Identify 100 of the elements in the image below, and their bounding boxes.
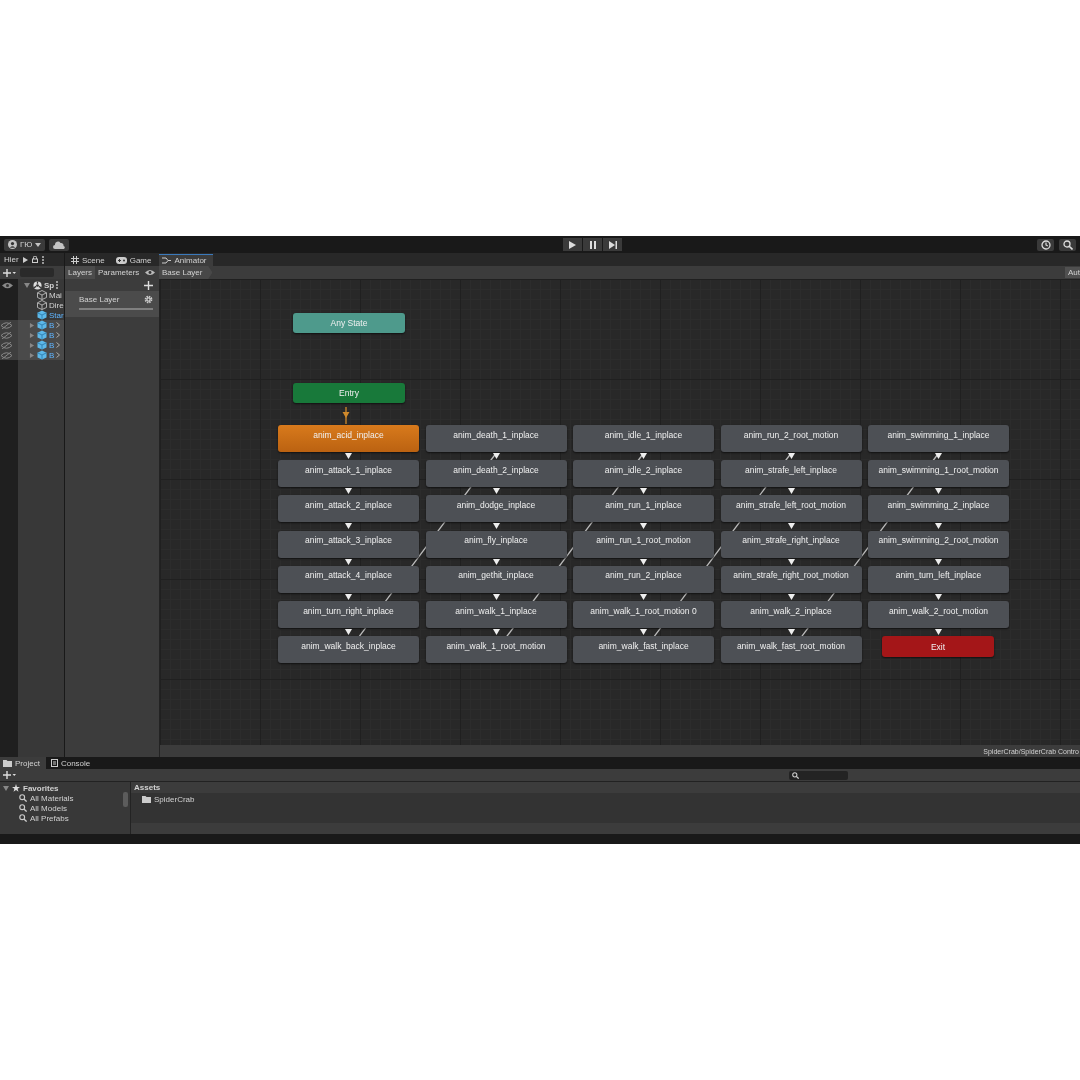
tree-item[interactable]: Sp xyxy=(44,280,55,290)
tree-item[interactable]: B xyxy=(49,340,55,350)
pause-button[interactable] xyxy=(583,238,602,251)
state-node[interactable]: anim_strafe_left_inplace xyxy=(720,460,862,488)
state-node[interactable]: anim_run_1_inplace xyxy=(573,495,714,523)
state-node[interactable]: anim_run_2_inplace xyxy=(573,565,714,593)
tree-item[interactable]: B xyxy=(49,350,55,360)
state-node[interactable]: anim_run_1_root_motion xyxy=(573,530,714,558)
more-icon[interactable] xyxy=(56,281,59,289)
view-tab[interactable]: Animator xyxy=(159,254,213,266)
favorite-item[interactable]: All Materials xyxy=(30,793,74,803)
tree-item[interactable]: Star xyxy=(49,310,64,320)
prefab-cube-icon xyxy=(37,330,47,340)
prefab-cube-icon xyxy=(37,350,47,360)
tree-item[interactable]: Mai xyxy=(49,290,62,300)
add-icon[interactable] xyxy=(3,268,16,277)
state-node[interactable]: anim_strafe_right_root_motion xyxy=(720,565,862,593)
state-node[interactable]: anim_walk_1_root_motion xyxy=(425,636,567,664)
state-node[interactable]: anim_turn_right_inplace xyxy=(278,601,419,628)
console-icon xyxy=(50,759,58,767)
arrow-down-icon xyxy=(345,593,352,600)
auto-button[interactable]: Aut xyxy=(1065,267,1080,278)
exit-node[interactable]: Exit xyxy=(882,636,994,658)
scrollbar[interactable] xyxy=(123,792,128,807)
cube-icon xyxy=(37,290,47,300)
state-node[interactable]: anim_walk_1_inplace xyxy=(425,601,567,628)
state-node[interactable]: anim_fly_inplace xyxy=(425,530,567,558)
state-node[interactable]: anim_death_2_inplace xyxy=(425,460,567,488)
settings-icon[interactable] xyxy=(144,295,153,304)
state-node[interactable]: anim_strafe_right_inplace xyxy=(720,530,862,558)
favorites-label[interactable]: Favorites xyxy=(23,783,59,793)
breadcrumb[interactable]: Base Layer xyxy=(159,266,213,279)
state-node[interactable]: anim_walk_fast_root_motion xyxy=(720,636,862,664)
arrow-down-icon xyxy=(640,558,647,565)
arrow-down-icon xyxy=(345,523,352,530)
panel-tab[interactable]: Layers xyxy=(65,266,95,279)
state-node[interactable]: anim_dodge_inplace xyxy=(425,495,567,523)
state-node[interactable]: anim_walk_2_root_motion xyxy=(868,601,1009,628)
lock-icon[interactable] xyxy=(31,256,38,263)
state-node[interactable]: anim_swimming_2_inplace xyxy=(868,495,1009,523)
arrow-down-icon xyxy=(640,523,647,530)
state-node[interactable]: anim_attack_2_inplace xyxy=(278,495,419,523)
state-node[interactable]: anim_idle_1_inplace xyxy=(573,425,714,452)
assets-header: Assets xyxy=(134,783,161,792)
favorite-item[interactable]: All Prefabs xyxy=(30,813,69,823)
hidden-eye-icon[interactable] xyxy=(1,331,12,339)
state-node[interactable]: anim_swimming_2_root_motion xyxy=(868,530,1009,558)
prefab-cube-icon xyxy=(37,340,47,350)
more-icon[interactable] xyxy=(41,255,44,264)
state-node[interactable]: anim_idle_2_inplace xyxy=(573,460,714,488)
state-node[interactable]: anim_death_1_inplace xyxy=(425,425,567,452)
arrow-down-icon xyxy=(935,488,942,495)
history-button[interactable] xyxy=(1037,238,1054,251)
state-node[interactable]: anim_walk_back_inplace xyxy=(278,636,419,664)
state-node[interactable]: anim_run_2_root_motion xyxy=(720,425,862,452)
state-node[interactable]: anim_swimming_1_inplace xyxy=(868,425,1009,452)
state-node[interactable]: anim_attack_1_inplace xyxy=(278,460,419,488)
tree-item[interactable]: B xyxy=(49,330,55,340)
state-node[interactable]: anim_attack_4_inplace xyxy=(278,565,419,593)
eye-icon[interactable] xyxy=(2,281,13,289)
arrow-down-icon xyxy=(787,593,795,600)
add-icon[interactable] xyxy=(3,771,16,779)
scene-icon xyxy=(33,280,42,290)
step-button[interactable] xyxy=(603,238,622,251)
search-icon xyxy=(19,814,27,822)
history-icon xyxy=(1040,239,1051,250)
tree-item[interactable]: Dire xyxy=(49,300,64,310)
favorite-item[interactable]: All Models xyxy=(30,803,67,813)
view-tab[interactable]: Scene xyxy=(68,254,111,266)
expand-arrow-icon[interactable] xyxy=(24,282,30,288)
search-button[interactable] xyxy=(1059,238,1076,251)
hierarchy-tab[interactable]: Hier xyxy=(4,255,19,264)
folder-item[interactable]: SpiderCrab xyxy=(154,794,195,804)
hidden-eye-icon[interactable] xyxy=(1,351,12,359)
view-tab[interactable]: Game xyxy=(112,254,158,266)
hidden-eye-icon[interactable] xyxy=(1,341,12,349)
cloud-button[interactable] xyxy=(49,238,70,251)
state-node[interactable]: anim_strafe_left_root_motion xyxy=(720,495,862,523)
state-node[interactable]: anim_walk_1_root_motion 0 xyxy=(573,601,714,628)
hidden-eye-icon[interactable] xyxy=(1,321,12,329)
search-field[interactable] xyxy=(789,770,848,780)
expand-arrow-icon[interactable] xyxy=(3,785,9,791)
state-node[interactable]: anim_walk_fast_inplace xyxy=(573,636,714,664)
state-node[interactable]: anim_gethit_inplace xyxy=(425,565,567,593)
state-node[interactable]: anim_swimming_1_root_motion xyxy=(868,460,1009,488)
state-node[interactable]: anim_walk_2_inplace xyxy=(720,601,862,628)
entry-node[interactable]: Entry xyxy=(293,383,405,403)
add-icon[interactable] xyxy=(144,280,153,290)
play-button[interactable] xyxy=(563,238,582,251)
layer-item[interactable]: Base Layer xyxy=(65,291,159,317)
arrow-down-icon xyxy=(492,593,500,600)
tree-item[interactable]: B xyxy=(49,320,55,330)
eye-icon[interactable] xyxy=(145,269,156,276)
project-tab[interactable]: Console xyxy=(47,757,97,769)
arrow-down-icon xyxy=(345,488,352,495)
project-tab[interactable]: Project xyxy=(0,757,46,769)
state-node[interactable]: anim_turn_left_inplace xyxy=(868,565,1009,593)
account-button[interactable]: ГЮ xyxy=(4,238,46,251)
state-node[interactable]: anim_attack_3_inplace xyxy=(278,530,419,558)
play-icon xyxy=(569,240,576,249)
